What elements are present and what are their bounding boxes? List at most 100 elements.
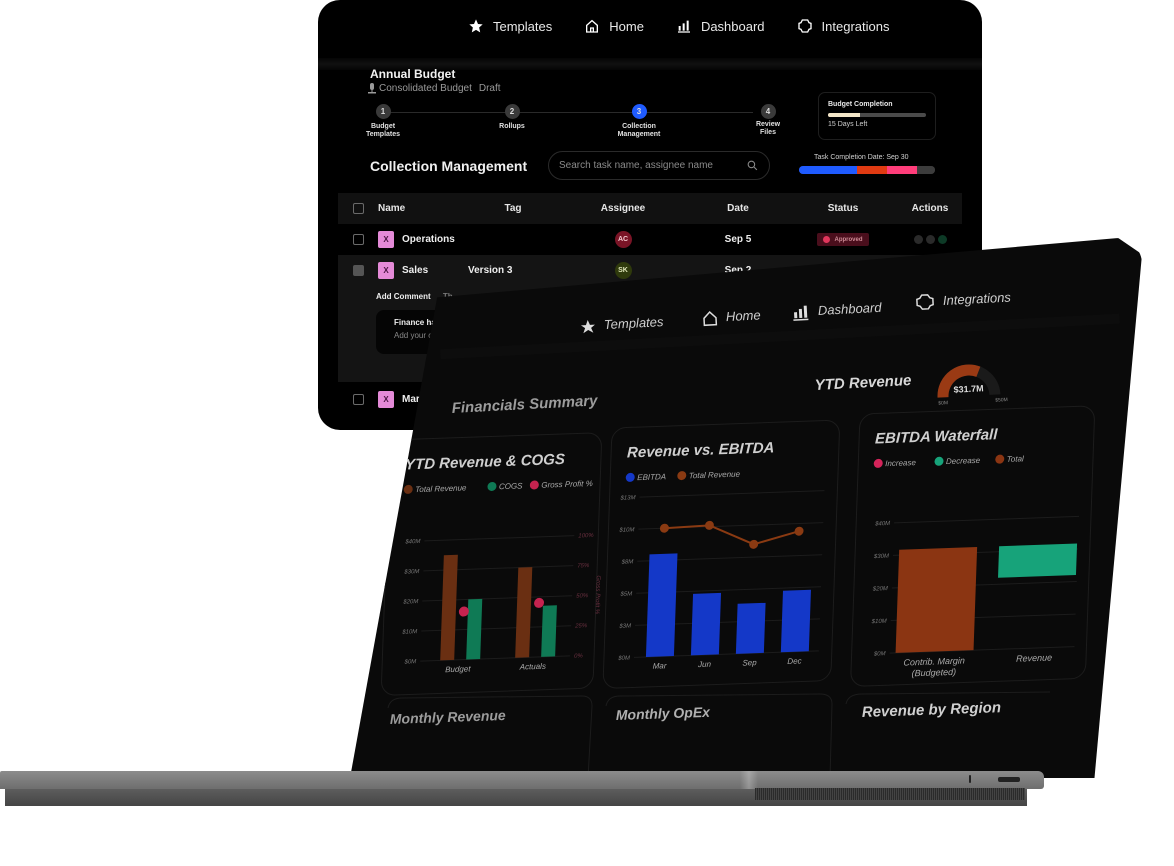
page-title: Annual Budget [370,67,456,81]
row-date: Sep 5 [724,234,752,245]
legend-label: COGS [499,481,523,491]
bar-cogs [541,605,557,657]
x-tick-label: Dec [787,657,802,667]
home-icon [586,19,599,33]
warning-icon[interactable] [925,235,935,244]
nav-label: Integrations [821,18,890,34]
step-label: Rollups [499,123,525,130]
legend-swatch [934,456,944,466]
legend-swatch [677,471,687,481]
step-number: 4 [760,104,776,119]
chart-title: YTD Revenue & COGS [405,451,565,474]
top-nav: Templates Home Dashboard Integrations [468,18,889,34]
x-tick-label: Actuals [519,662,546,672]
nav-integrations[interactable]: Integrations [797,18,890,34]
select-all-checkbox[interactable] [352,203,364,214]
step-budget-templates[interactable]: 1 Budget Templates [348,104,418,139]
x-tick-label: Jun [697,660,712,670]
y-tick-label: $30M [873,554,889,561]
task-completion-segment [857,166,888,174]
page-subtitle: Consolidated Budget Draft [368,83,501,94]
search-input[interactable] [559,160,746,171]
x-tick-label: (Budgeted) [911,667,956,679]
gauge-max: $50M [995,397,1008,404]
legend-swatch [529,480,539,490]
ytd-revenue-label: YTD Revenue [814,372,911,394]
x-tick-label: Sep [742,658,757,668]
step-number: 1 [375,104,391,119]
bar-cogs [466,598,483,660]
col-status[interactable]: Status [788,203,898,214]
panel-title: Monthly OpEx [616,704,712,723]
row-name: Sales [402,265,429,276]
row-checkbox[interactable] [352,234,364,245]
view-icon[interactable] [913,235,923,244]
row-checkbox[interactable] [352,394,364,405]
y-tick-label: $40M [874,521,890,528]
nav-home[interactable]: Home [584,18,644,34]
nav-templates[interactable]: Templates [468,18,552,34]
step-number: 2 [504,104,520,119]
col-tag[interactable]: Tag [468,203,558,214]
col-assignee[interactable]: Assignee [558,203,688,214]
add-comment-text: Add Comment [376,292,431,301]
subtitle-text: Consolidated Budget [379,83,472,94]
y-tick-label: $40M [404,539,420,546]
avatar: SK [614,262,632,279]
step-collection-management[interactable]: 3 Collection Management [604,104,674,139]
step-review-files[interactable]: 4 Review Files [733,104,803,137]
table-row[interactable]: X Operations AC Sep 5 Approved [338,224,962,255]
legend-label: Gross Profit % [541,479,593,490]
y-tick-label: $5M [619,591,632,597]
gridline [894,515,1080,524]
status-text: Draft [478,83,501,94]
step-label: Review Files [755,121,781,136]
laptop-base [0,771,1044,789]
legend-label: Total Revenue [415,483,467,494]
home-icon [703,310,718,327]
star-icon [469,19,483,33]
laptop-vent [755,788,1025,800]
legend-label: Decrease [946,456,981,466]
dash-nav-templates[interactable]: Templates [580,314,665,334]
row-checkbox[interactable] [352,265,364,276]
x-tick-label: Mar [653,661,667,670]
nav-dashboard[interactable]: Dashboard [676,18,765,34]
dash-nav-home[interactable]: Home [703,307,761,327]
headphone-port [969,775,971,783]
search-box[interactable] [548,151,770,180]
bar-ebitda [735,602,766,654]
task-completion-bar [799,166,935,174]
laptop-screen: Templates Home Dashboard Integrations Fi… [350,238,1142,778]
legend-label: Total [1007,454,1025,464]
microphone-icon [368,83,376,94]
dash-nav-dashboard[interactable]: Dashboard [793,300,883,321]
legend-swatch [995,454,1005,464]
task-completion-segment [917,166,935,174]
col-date[interactable]: Date [688,203,788,214]
row-tag: Version 3 [468,265,513,276]
legend-label: Increase [885,458,916,468]
dash-nav-label: Templates [604,314,665,332]
legend-swatch [873,458,883,468]
section-title: Collection Management [370,158,528,174]
bar-chart-icon [677,20,690,33]
task-completion-segment [887,166,918,174]
step-number: 3 [631,104,647,119]
dash-nav-label: Home [726,307,761,324]
laptop-hinge [740,771,758,789]
star-icon [580,320,595,334]
step-rollups[interactable]: 2 Rollups [477,104,547,131]
search-icon[interactable] [746,159,759,172]
y2-tick-label: 100% [578,533,594,540]
dash-nav-label: Dashboard [818,300,883,318]
budget-completion-card: Budget Completion 15 Days Left [818,92,936,140]
point-total-revenue [749,539,759,549]
point-total-revenue [659,523,669,533]
y2-tick-label: 0% [574,653,584,659]
gauge-value: $31.7M [953,383,984,395]
excel-export-icon[interactable] [937,235,947,244]
col-name[interactable]: Name [378,203,468,214]
stepper-line [383,112,753,113]
dash-nav-integrations[interactable]: Integrations [916,289,1012,310]
